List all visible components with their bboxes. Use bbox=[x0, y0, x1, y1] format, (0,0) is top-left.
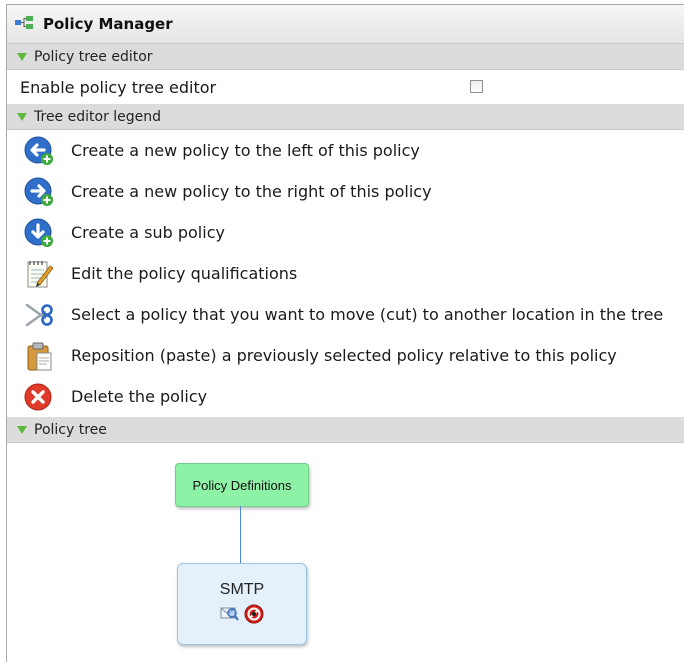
clipboard-paste-icon bbox=[23, 340, 55, 372]
enable-editor-checkbox[interactable] bbox=[470, 80, 483, 93]
section-header-policy-tree[interactable]: Policy tree bbox=[7, 417, 684, 443]
enable-editor-label: Enable policy tree editor bbox=[20, 77, 217, 97]
delete-x-icon bbox=[23, 381, 55, 413]
section-header-policy-tree-editor[interactable]: Policy tree editor bbox=[7, 44, 684, 70]
node-icons bbox=[178, 604, 306, 629]
node-label: Policy Definitions bbox=[192, 477, 292, 493]
section-label: Tree editor legend bbox=[34, 108, 162, 125]
tree-connector bbox=[240, 506, 241, 564]
legend-item-create-right: Create a new policy to the right of this… bbox=[7, 171, 684, 212]
policy-tree-canvas: Policy Definitions SMTP bbox=[7, 443, 684, 658]
legend-item-cut: Select a policy that you want to move (c… bbox=[7, 294, 684, 335]
legend-item-paste: Reposition (paste) a previously selected… bbox=[7, 335, 684, 376]
disabled-icon bbox=[244, 604, 264, 629]
section-header-tree-editor-legend[interactable]: Tree editor legend bbox=[7, 104, 684, 130]
legend-label: Edit the policy qualifications bbox=[71, 264, 298, 283]
arrow-left-add-icon bbox=[23, 135, 55, 167]
tree-structure-icon bbox=[15, 15, 33, 34]
legend-label: Select a policy that you want to move (c… bbox=[71, 305, 664, 324]
expand-triangle-icon bbox=[17, 52, 27, 61]
legend-label: Create a sub policy bbox=[71, 223, 225, 242]
title-bar: Policy Manager bbox=[7, 5, 684, 44]
legend-list: Create a new policy to the left of this … bbox=[7, 130, 684, 417]
tree-node-policy-definitions[interactable]: Policy Definitions bbox=[175, 463, 309, 507]
arrow-right-add-icon bbox=[23, 176, 55, 208]
legend-item-delete: Delete the policy bbox=[7, 376, 684, 417]
notepad-pencil-icon bbox=[23, 258, 55, 290]
tree-node-smtp[interactable]: SMTP bbox=[177, 563, 307, 645]
scissors-icon bbox=[23, 299, 55, 331]
expand-triangle-icon bbox=[17, 425, 27, 434]
legend-item-create-sub: Create a sub policy bbox=[7, 212, 684, 253]
expand-triangle-icon bbox=[17, 112, 27, 121]
mail-scan-icon bbox=[220, 604, 240, 629]
legend-item-edit: Edit the policy qualifications bbox=[7, 253, 684, 294]
section-label: Policy tree editor bbox=[34, 48, 153, 65]
window-title: Policy Manager bbox=[43, 15, 173, 33]
arrow-down-add-icon bbox=[23, 217, 55, 249]
legend-item-create-left: Create a new policy to the left of this … bbox=[7, 130, 684, 171]
legend-label: Create a new policy to the left of this … bbox=[71, 141, 420, 160]
legend-label: Delete the policy bbox=[71, 387, 208, 406]
policy-manager-panel: Policy Manager Policy tree editor Enable… bbox=[6, 4, 684, 662]
node-label: SMTP bbox=[219, 581, 265, 598]
legend-label: Reposition (paste) a previously selected… bbox=[71, 346, 617, 365]
enable-editor-row: Enable policy tree editor bbox=[7, 70, 684, 104]
legend-label: Create a new policy to the right of this… bbox=[71, 182, 432, 201]
section-label: Policy tree bbox=[34, 421, 107, 438]
